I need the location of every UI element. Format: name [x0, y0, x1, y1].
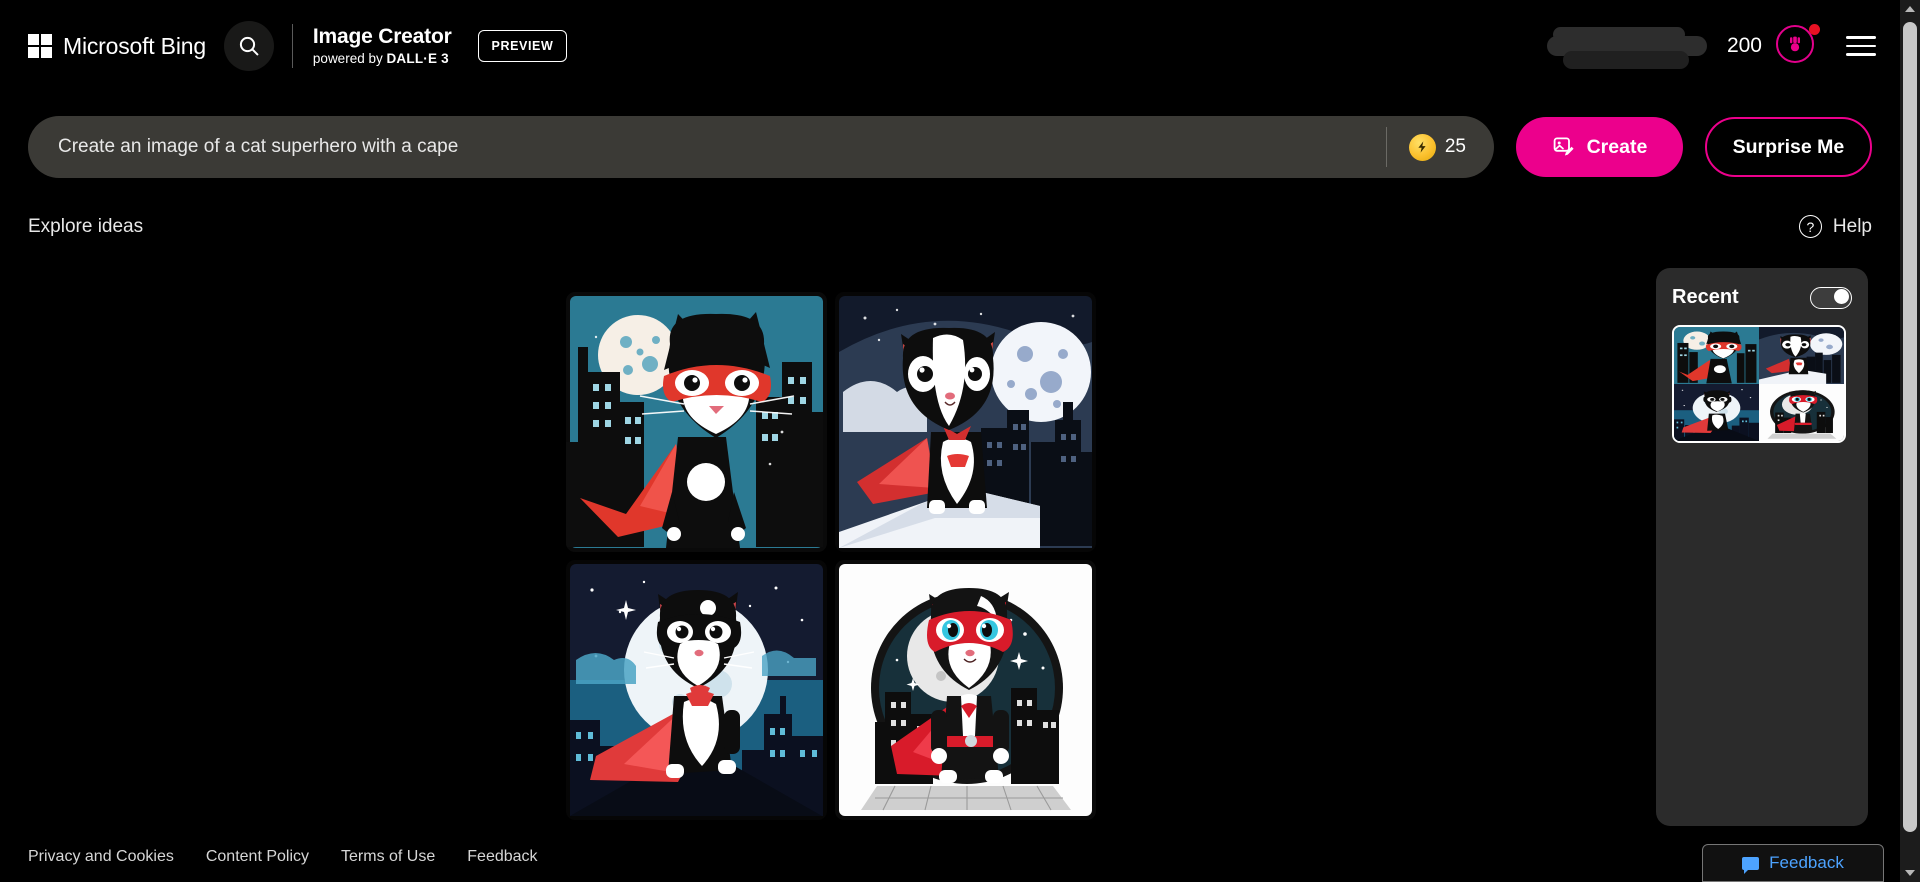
app-identity: Image Creator powered by DALL·E 3	[313, 25, 452, 68]
image-pen-icon	[1553, 137, 1574, 156]
generated-image-tile[interactable]	[566, 560, 827, 820]
boost-count-label: 25	[1444, 136, 1466, 157]
credits-count: 200	[1726, 34, 1762, 57]
scroll-up-arrow-icon[interactable]	[1900, 0, 1920, 18]
recent-thumbnail-group[interactable]	[1672, 325, 1846, 443]
app-subtitle: powered by DALL·E 3	[313, 50, 452, 68]
prompt-input-container[interactable]: 25	[28, 116, 1494, 178]
prompt-input[interactable]	[58, 116, 1386, 178]
surprise-me-label: Surprise Me	[1732, 135, 1845, 158]
search-button[interactable]	[223, 21, 274, 71]
recent-toggle[interactable]	[1810, 286, 1852, 309]
rewards-button[interactable]	[1776, 24, 1820, 67]
app-subtitle-model: DALL·E 3	[386, 50, 449, 66]
recent-thumbnail[interactable]	[1674, 327, 1759, 384]
generated-image-grid	[566, 292, 1096, 820]
notification-dot	[1809, 24, 1820, 35]
footer-link-feedback[interactable]: Feedback	[467, 848, 537, 866]
explore-row: Explore ideas ? Help	[28, 215, 1872, 238]
lightning-boost-coin-icon	[1408, 133, 1436, 161]
page-scrollbar[interactable]	[1900, 0, 1920, 882]
footer-link-terms[interactable]: Terms of Use	[341, 848, 435, 866]
help-button[interactable]: ? Help	[1798, 215, 1872, 238]
explore-ideas-title: Explore ideas	[28, 215, 144, 237]
app-title: Image Creator	[312, 24, 452, 48]
recent-panel: Recent	[1656, 268, 1868, 826]
brand-wordmark: Microsoft Bing	[63, 32, 206, 59]
boost-counter[interactable]: 25	[1385, 127, 1494, 167]
microsoft-bing-logo[interactable]: Microsoft Bing	[28, 33, 206, 60]
speech-bubble-icon	[1742, 856, 1760, 874]
help-label: Help	[1832, 215, 1872, 237]
user-name-redacted	[1546, 23, 1707, 69]
scrollbar-thumb[interactable]	[1903, 22, 1917, 832]
microsoft-squares-icon	[28, 34, 52, 58]
recent-title: Recent	[1672, 286, 1739, 308]
top-header: Microsoft Bing Image Creator powered by …	[0, 0, 1900, 92]
header-divider	[291, 24, 293, 68]
prompt-row: 25 Create Surprise Me	[28, 115, 1872, 179]
surprise-me-button[interactable]: Surprise Me	[1704, 117, 1872, 177]
create-button[interactable]: Create	[1516, 117, 1683, 177]
footer-link-privacy[interactable]: Privacy and Cookies	[28, 848, 174, 866]
footer-link-content-policy[interactable]: Content Policy	[206, 848, 309, 866]
recent-thumbnail[interactable]	[1759, 327, 1844, 384]
feedback-button[interactable]: Feedback	[1702, 844, 1884, 882]
recent-thumbnail[interactable]	[1674, 384, 1759, 441]
generated-image-tile[interactable]	[566, 292, 827, 552]
toggle-knob	[1834, 289, 1849, 304]
question-circle-icon: ?	[1798, 215, 1822, 238]
app-subtitle-prefix: powered by	[312, 50, 387, 66]
search-icon	[239, 36, 259, 56]
generated-image-tile[interactable]	[835, 560, 1096, 820]
recent-thumbnail[interactable]	[1759, 384, 1844, 441]
image-creator-page: Microsoft Bing Image Creator powered by …	[0, 0, 1920, 882]
preview-badge[interactable]: PREVIEW	[477, 30, 568, 62]
recent-header: Recent	[1672, 286, 1852, 309]
scroll-down-arrow-icon[interactable]	[1900, 864, 1920, 882]
create-button-label: Create	[1586, 135, 1648, 158]
feedback-button-label: Feedback	[1769, 853, 1844, 872]
generated-image-tile[interactable]	[835, 292, 1096, 552]
hamburger-menu-icon[interactable]	[1846, 30, 1876, 62]
footer-links: Privacy and Cookies Content Policy Terms…	[28, 848, 538, 866]
